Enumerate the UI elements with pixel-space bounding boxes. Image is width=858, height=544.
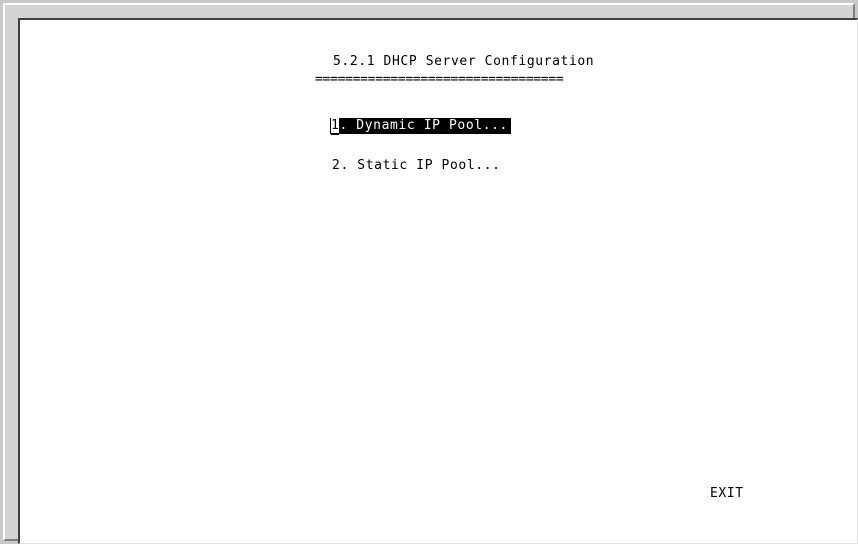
title-underline: ================================= bbox=[315, 72, 564, 87]
menu-item-label: . Dynamic IP Pool... bbox=[339, 118, 508, 133]
terminal-screen: 5.2.1 DHCP Server Configuration ========… bbox=[18, 18, 858, 544]
menu-item-static-ip-pool[interactable]: 2. Static IP Pool... bbox=[332, 158, 501, 174]
console-window: 5.2.1 DHCP Server Configuration ========… bbox=[0, 0, 858, 544]
page-title: 5.2.1 DHCP Server Configuration bbox=[333, 54, 595, 69]
menu-item-dynamic-ip-pool[interactable]: 1. Dynamic IP Pool... bbox=[330, 118, 511, 135]
menu-item-label: . Static IP Pool... bbox=[340, 158, 501, 173]
exit-button[interactable]: EXIT bbox=[710, 486, 744, 502]
